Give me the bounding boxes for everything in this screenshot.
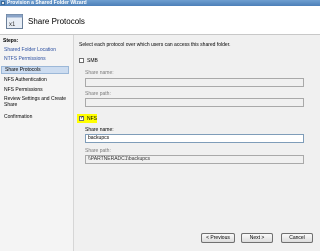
main-panel: Select each protocol over which users ca… [74,35,320,251]
nfs-share-name-input[interactable]: backupcs [85,134,304,143]
sidebar-item-shared-folder-location[interactable]: Shared Folder Location [4,47,72,53]
nfs-label: NFS [87,116,97,122]
smb-share-name-label: Share name: [85,70,114,76]
app-icon [1,1,5,5]
cancel-button[interactable]: Cancel [281,233,313,243]
nfs-share-path-field: \\PARTNERADC1\backupcs [85,155,304,164]
smb-share-path-field [85,98,304,107]
smb-share-name-field [85,78,304,87]
nfs-share-name-label: Share name: [85,127,114,133]
previous-button[interactable]: < Previous [201,233,235,243]
wizard-header: x1 Share Protocols [0,6,320,35]
sidebar-item-confirmation: Confirmation [4,114,33,120]
smb-share-path-label: Share path: [85,91,111,97]
sidebar-item-nfs-permissions: NFS Permissions [4,87,43,93]
smb-checkbox[interactable] [79,58,84,63]
nfs-share-path-label: Share path: [85,148,111,154]
steps-label: Steps: [3,38,19,44]
intro-text: Select each protocol over which users ca… [79,42,231,48]
sidebar-item-share-protocols[interactable]: Share Protocols [1,66,69,74]
sidebar-item-review-settings: Review Settings and Create Share [4,96,66,108]
next-button[interactable]: Next > [241,233,273,243]
sidebar-item-ntfs-permissions[interactable]: NTFS Permissions [4,56,72,62]
page-title: Share Protocols [28,17,85,26]
smb-label: SMB [87,58,98,64]
wizard-icon: x1 [6,14,23,29]
sidebar-item-nfs-authentication: NFS Authentication [4,77,47,83]
steps-sidebar: Steps: Shared Folder Location NTFS Permi… [0,35,74,251]
svg-text:x1: x1 [9,22,16,28]
nfs-checkbox[interactable] [79,115,84,121]
